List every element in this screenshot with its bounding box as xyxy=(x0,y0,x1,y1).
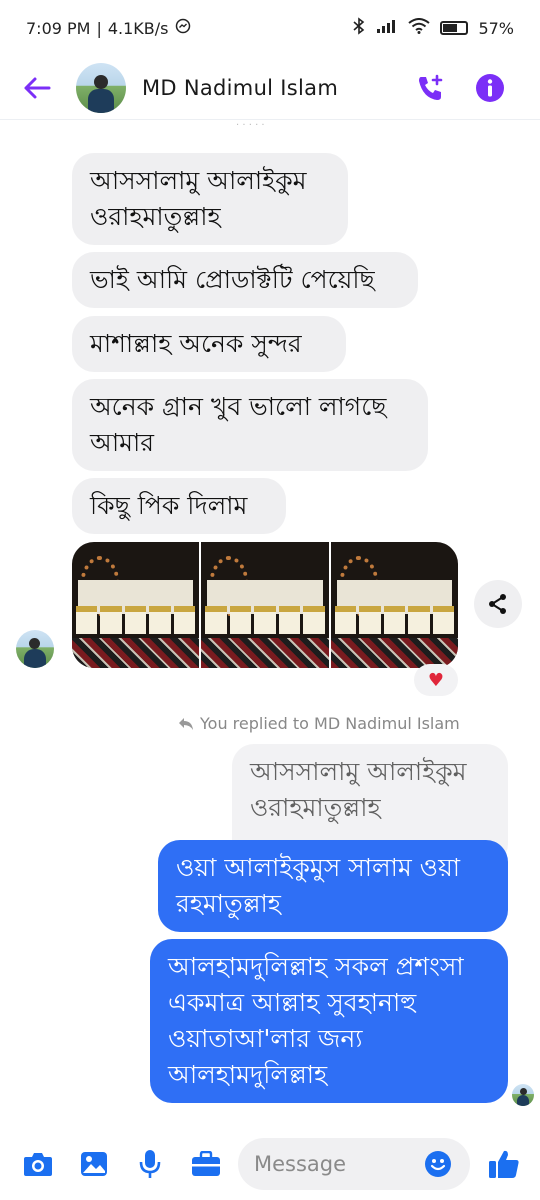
back-button[interactable] xyxy=(20,71,54,105)
photo-attachments xyxy=(72,542,458,668)
wifi-icon xyxy=(408,18,431,38)
share-button[interactable] xyxy=(474,580,522,628)
avatar-head xyxy=(94,74,108,89)
incoming-message-4[interactable]: অনেক গ্রান খুব ভালো লাগছে আমার xyxy=(72,379,428,471)
emoji-icon xyxy=(425,1151,451,1177)
message-input[interactable] xyxy=(254,1152,420,1176)
incoming-message-1[interactable]: আসসালামু আলাইকুম ওরাহমাতুল্লাহ xyxy=(72,153,348,245)
voice-button[interactable] xyxy=(132,1146,168,1182)
info-button[interactable] xyxy=(474,72,506,104)
composer-icons xyxy=(20,1146,224,1182)
battery-fill xyxy=(443,24,458,32)
photo-3[interactable] xyxy=(330,542,458,668)
battery-percent: 57% xyxy=(478,18,514,38)
share-icon xyxy=(489,594,506,614)
photo-vials xyxy=(205,606,325,634)
photo-1[interactable] xyxy=(72,542,200,668)
outgoing-message-1[interactable]: ওয়া আলাইকুমুস সালাম ওয়া রহমাতুল্লাহ xyxy=(158,840,508,932)
photo-2[interactable] xyxy=(201,542,329,668)
arrow-left-icon xyxy=(24,77,51,98)
avatar-body xyxy=(88,88,114,113)
status-speed: 4.1KB/s xyxy=(107,18,169,38)
photo-cloth xyxy=(201,638,329,668)
signal-icon xyxy=(376,18,398,38)
incoming-message-2[interactable]: ভাই আমি প্রোডাক্টটি পেয়েছি xyxy=(72,252,418,308)
contact-name[interactable]: MD Nadimul Islam xyxy=(142,76,338,100)
heart-icon: ♥ xyxy=(427,669,445,691)
battery-icon xyxy=(440,21,469,35)
reply-note-text: You replied to MD Nadimul Islam xyxy=(200,714,460,733)
gallery-button[interactable] xyxy=(76,1146,112,1182)
message-field[interactable] xyxy=(238,1138,470,1190)
bluetooth-icon xyxy=(352,17,366,39)
info-icon xyxy=(476,73,504,102)
composer-bar xyxy=(0,1128,540,1200)
avatar-body xyxy=(517,1095,529,1106)
header-actions xyxy=(414,72,506,104)
status-left: 7:09 PM | 4.1KB/s xyxy=(26,18,191,38)
photo-cloth xyxy=(72,638,200,668)
timestamp-cut: · · · · · xyxy=(236,120,265,128)
seen-avatar xyxy=(512,1084,534,1106)
photo-vials xyxy=(76,606,196,634)
status-divider: | xyxy=(96,18,102,38)
camera-button[interactable] xyxy=(20,1146,56,1182)
thumbs-up-icon xyxy=(489,1150,519,1178)
avatar-head xyxy=(520,1088,527,1095)
apps-button[interactable] xyxy=(188,1146,224,1182)
add-call-button[interactable] xyxy=(414,72,446,104)
emoji-button[interactable] xyxy=(420,1146,456,1182)
reply-arrow-icon xyxy=(179,717,193,730)
incoming-message-3[interactable]: মাশাল্লাহ অনেক সুন্দর xyxy=(72,316,346,372)
contact-avatar[interactable] xyxy=(76,62,126,113)
phone-plus-icon xyxy=(419,74,443,100)
status-time: 7:09 PM xyxy=(26,18,91,38)
heart-reaction[interactable]: ♥ xyxy=(414,664,458,696)
status-right: 57% xyxy=(352,17,514,39)
messenger-notification-icon xyxy=(175,18,191,38)
avatar-head xyxy=(29,638,40,649)
reply-note: You replied to MD Nadimul Islam xyxy=(178,714,460,733)
photo-vials xyxy=(334,606,454,634)
camera-icon xyxy=(24,1153,52,1176)
incoming-message-5[interactable]: কিছু পিক দিলাম xyxy=(72,478,286,534)
outgoing-message-2[interactable]: আলহামদুলিল্লাহ সকল প্রশংসা একমাত্র আল্লা… xyxy=(150,939,508,1103)
like-button[interactable] xyxy=(486,1146,522,1182)
status-bar: 7:09 PM | 4.1KB/s 57% xyxy=(0,0,540,56)
sender-avatar[interactable] xyxy=(16,630,54,668)
image-icon xyxy=(81,1152,107,1176)
avatar-body xyxy=(24,649,46,668)
briefcase-icon xyxy=(192,1151,220,1176)
microphone-icon xyxy=(139,1150,161,1178)
chat-header: MD Nadimul Islam xyxy=(0,56,540,120)
